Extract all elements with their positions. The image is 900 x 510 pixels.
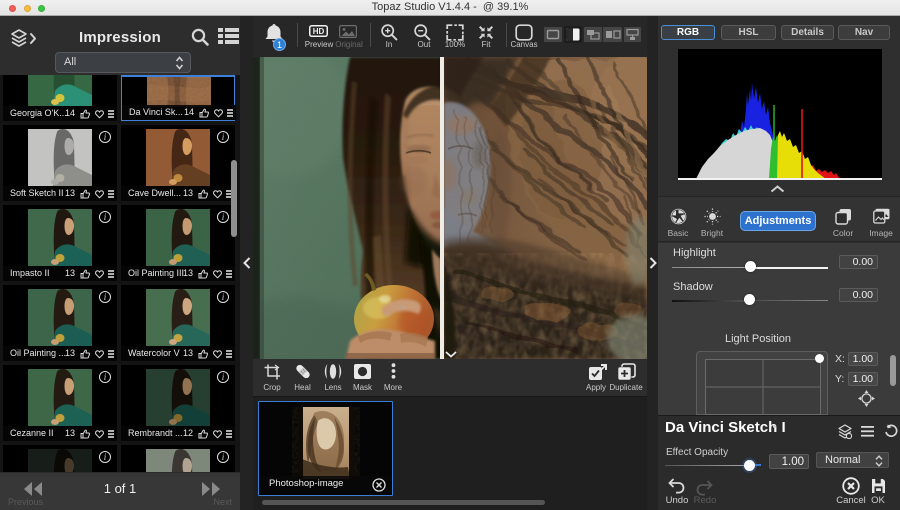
svg-text:HD: HD [313,27,325,36]
